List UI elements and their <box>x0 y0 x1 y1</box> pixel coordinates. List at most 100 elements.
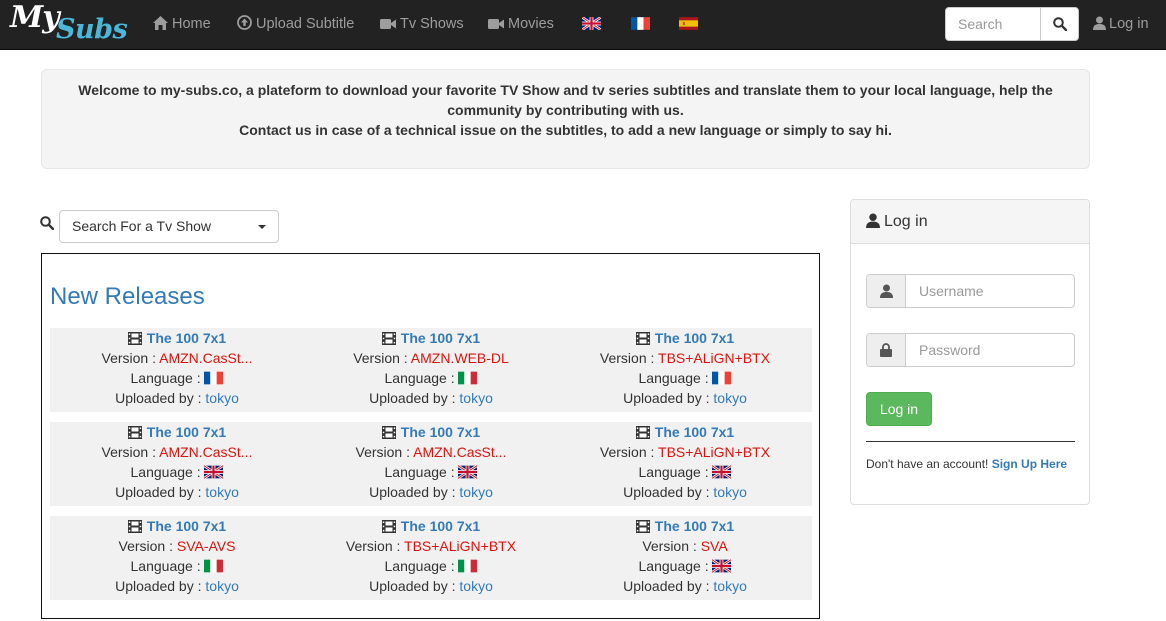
release-language: Language : <box>558 462 812 482</box>
release-title: The 100 7x1 <box>146 330 227 346</box>
uploader-link[interactable]: tokyo <box>713 484 746 500</box>
film-icon <box>127 426 142 439</box>
language-label: Language : <box>384 558 459 574</box>
version-value: SVA <box>700 538 728 554</box>
release-item: The 100 7x1 Version : TBS+ALiGN+BTX Lang… <box>304 516 558 600</box>
signup-link[interactable]: Sign Up Here <box>992 457 1067 471</box>
release-version: Version : SVA-AVS <box>50 536 304 556</box>
release-item: The 100 7x1 Version : TBS+ALiGN+BTX Lang… <box>558 422 812 506</box>
nav-login[interactable]: Log in <box>1093 0 1149 50</box>
uploader-link[interactable]: tokyo <box>459 484 492 500</box>
french-flag-icon[interactable] <box>631 17 650 30</box>
release-title: The 100 7x1 <box>400 518 481 534</box>
release-uploader: Uploaded by : tokyo <box>50 388 304 408</box>
release-title-link[interactable]: The 100 7x1 <box>304 328 558 348</box>
uploader-link[interactable]: tokyo <box>713 390 746 406</box>
release-title: The 100 7x1 <box>654 424 735 440</box>
no-account-text: Don't have an account! <box>866 457 989 471</box>
search-icon <box>1052 17 1067 31</box>
film-icon <box>127 332 142 345</box>
release-title-link[interactable]: The 100 7x1 <box>50 328 304 348</box>
uploaded-label: Uploaded by : <box>115 390 206 406</box>
version-label: Version : <box>353 350 411 366</box>
uploader-link[interactable]: tokyo <box>205 484 238 500</box>
release-title: The 100 7x1 <box>654 330 735 346</box>
release-version: Version : AMZN.WEB-DL <box>304 348 558 368</box>
release-title-link[interactable]: The 100 7x1 <box>50 516 304 536</box>
uploader-link[interactable]: tokyo <box>205 578 238 594</box>
release-title-link[interactable]: The 100 7x1 <box>558 516 812 536</box>
french-flag-icon <box>204 371 224 385</box>
release-title-link[interactable]: The 100 7x1 <box>304 422 558 442</box>
release-title: The 100 7x1 <box>146 424 227 440</box>
version-value: AMZN.WEB-DL <box>410 350 509 366</box>
release-version: Version : TBS+ALiGN+BTX <box>558 348 812 368</box>
user-icon <box>1093 16 1106 30</box>
release-title: The 100 7x1 <box>400 424 481 440</box>
password-input[interactable] <box>907 334 1073 366</box>
english-flag-icon <box>204 465 224 479</box>
username-addon <box>867 275 906 307</box>
uploader-link[interactable]: tokyo <box>205 390 238 406</box>
site-logo[interactable]: My Subs <box>10 0 128 46</box>
english-flag-icon <box>458 465 478 479</box>
release-title-link[interactable]: The 100 7x1 <box>50 422 304 442</box>
spanish-flag-icon[interactable] <box>679 17 698 30</box>
nav-tvshows[interactable]: Tv Shows <box>380 0 464 50</box>
film-icon <box>635 520 650 533</box>
release-uploader: Uploaded by : tokyo <box>304 482 558 502</box>
release-uploader: Uploaded by : tokyo <box>558 482 812 502</box>
language-label: Language : <box>130 370 205 386</box>
language-label: Language : <box>638 464 713 480</box>
film-icon <box>381 426 396 439</box>
release-title-link[interactable]: The 100 7x1 <box>558 422 812 442</box>
release-title: The 100 7x1 <box>146 518 227 534</box>
navbar-search <box>945 7 1079 41</box>
film-icon <box>381 520 396 533</box>
tv-show-select[interactable]: Search For a Tv Show <box>59 210 279 243</box>
version-value: SVA-AVS <box>176 538 236 554</box>
login-button[interactable]: Log in <box>866 392 932 426</box>
italian-flag-icon <box>458 371 478 385</box>
video-camera-icon <box>488 19 504 29</box>
release-version: Version : SVA <box>558 536 812 556</box>
italian-flag-icon <box>458 559 478 573</box>
uploaded-label: Uploaded by : <box>369 484 460 500</box>
login-panel-title: Log in <box>884 213 928 230</box>
uploaded-label: Uploaded by : <box>115 484 206 500</box>
nav-movies[interactable]: Movies <box>488 0 554 50</box>
lock-icon <box>880 343 892 357</box>
search-button[interactable] <box>1040 8 1078 40</box>
release-version: Version : TBS+ALiGN+BTX <box>304 536 558 556</box>
uploader-link[interactable]: tokyo <box>713 578 746 594</box>
film-icon <box>381 332 396 345</box>
password-addon <box>867 334 906 366</box>
english-flag-icon[interactable] <box>582 17 601 30</box>
uploaded-label: Uploaded by : <box>623 390 714 406</box>
film-icon <box>635 426 650 439</box>
welcome-banner: Welcome to my-subs.co, a plateform to do… <box>41 69 1090 169</box>
version-label: Version : <box>101 444 160 460</box>
release-version: Version : TBS+ALiGN+BTX <box>558 442 812 462</box>
version-label: Version : <box>101 350 160 366</box>
uploaded-label: Uploaded by : <box>623 578 714 594</box>
username-input[interactable] <box>907 275 1073 307</box>
release-row: The 100 7x1 Version : AMZN.CasSt... Lang… <box>50 422 812 506</box>
nav-movies-label: Movies <box>508 16 554 32</box>
release-title: The 100 7x1 <box>654 518 735 534</box>
nav-home[interactable]: Home <box>153 0 211 50</box>
uploader-link[interactable]: tokyo <box>459 578 492 594</box>
release-item: The 100 7x1 Version : SVA Language : Upl… <box>558 516 812 600</box>
release-version: Version : AMZN.CasSt... <box>50 348 304 368</box>
uploader-link[interactable]: tokyo <box>459 390 492 406</box>
release-title-link[interactable]: The 100 7x1 <box>304 516 558 536</box>
version-value: TBS+ALiGN+BTX <box>658 444 771 460</box>
release-title-link[interactable]: The 100 7x1 <box>558 328 812 348</box>
release-language: Language : <box>50 556 304 576</box>
upload-icon <box>237 15 252 30</box>
nav-login-label: Log in <box>1109 16 1149 32</box>
search-input[interactable] <box>946 8 1040 40</box>
release-language: Language : <box>304 556 558 576</box>
nav-upload[interactable]: Upload Subtitle <box>237 0 354 50</box>
release-item: The 100 7x1 Version : SVA-AVS Language :… <box>50 516 304 600</box>
